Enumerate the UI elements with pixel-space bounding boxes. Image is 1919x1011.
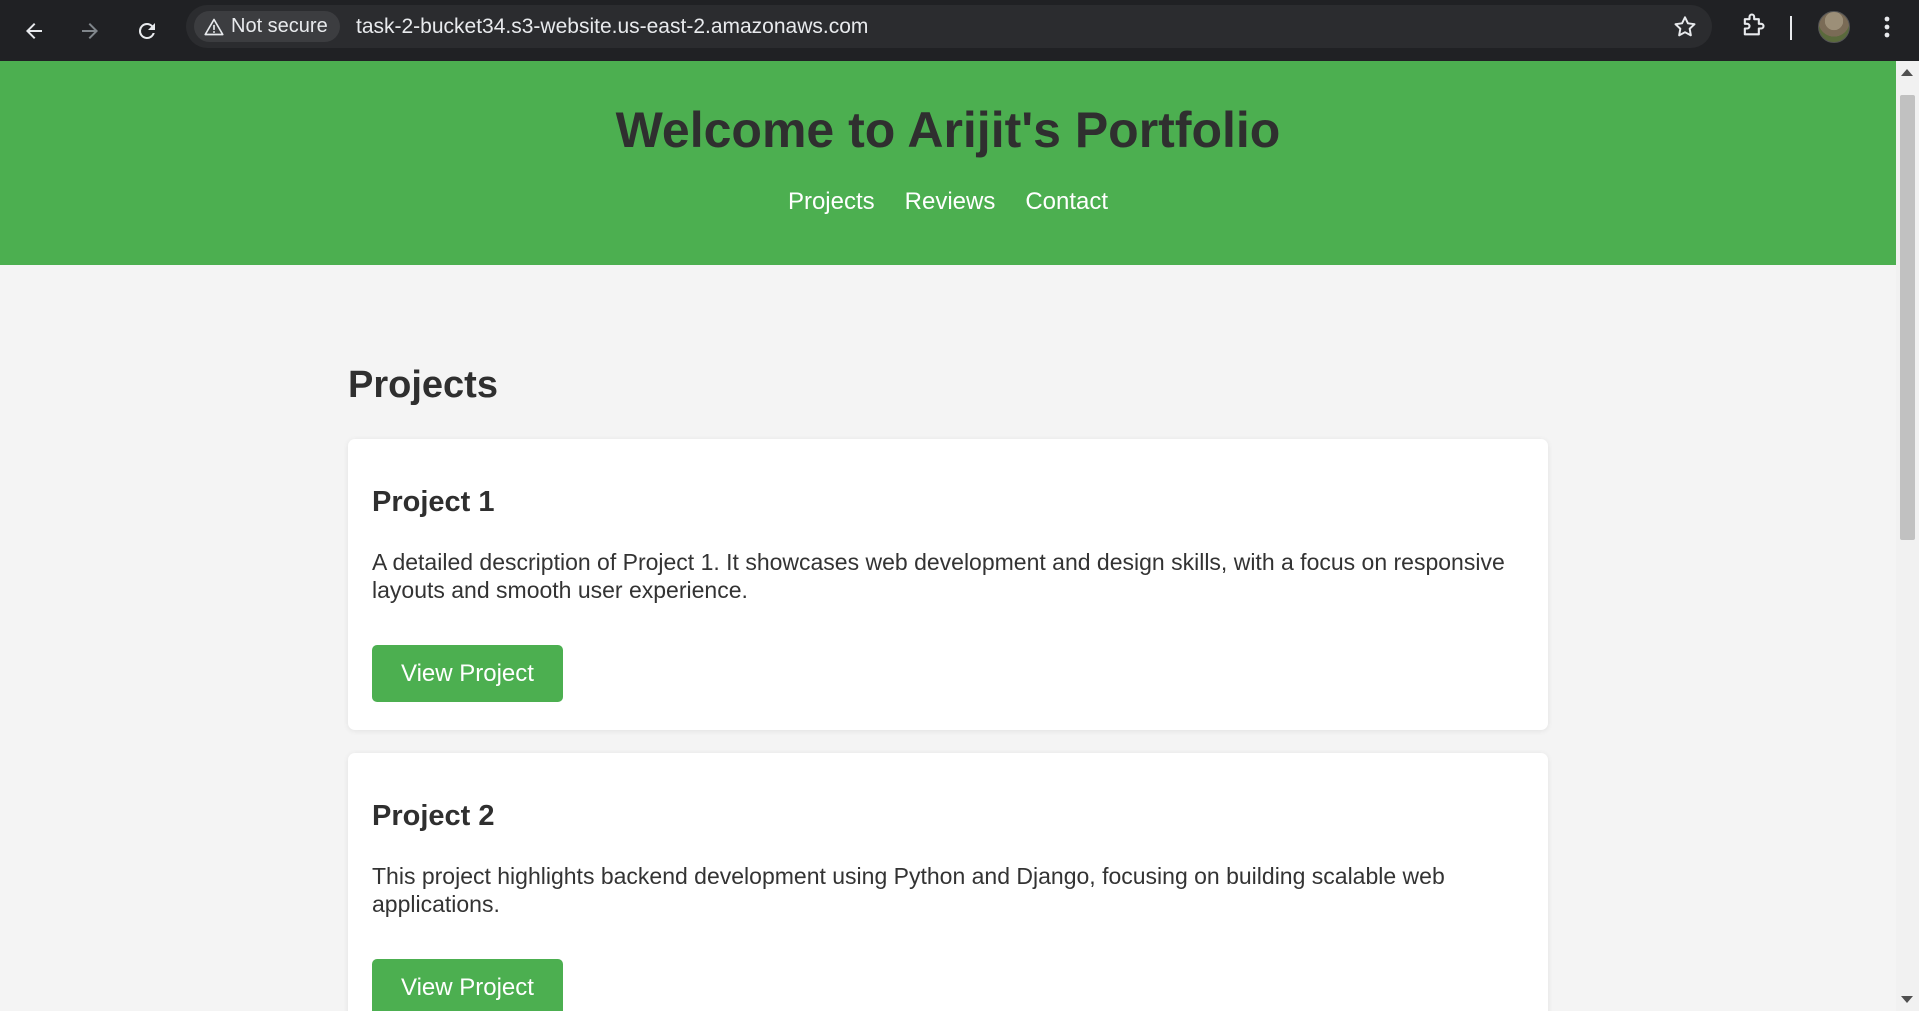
site-header: Welcome to Arijit's Portfolio Projects R… — [0, 61, 1896, 265]
nav-link-contact[interactable]: Contact — [1025, 188, 1108, 216]
address-bar[interactable]: Not secure task-2-bucket34.s3-website.us… — [186, 5, 1712, 48]
reload-icon[interactable] — [125, 9, 168, 52]
view-project-button[interactable]: View Project — [372, 959, 563, 1011]
extensions-icon[interactable] — [1739, 11, 1767, 39]
project-card: Project 2 This project highlights backen… — [348, 753, 1548, 1011]
scroll-up-arrow-icon[interactable] — [1901, 69, 1913, 76]
browser-toolbar: Not secure task-2-bucket34.s3-website.us… — [0, 0, 1919, 61]
nav-link-projects[interactable]: Projects — [788, 188, 875, 216]
vertical-scrollbar[interactable] — [1896, 61, 1919, 1011]
scroll-down-arrow-icon[interactable] — [1901, 996, 1913, 1003]
site-nav: Projects Reviews Contact — [0, 188, 1896, 216]
forward-arrow-icon[interactable] — [68, 9, 111, 52]
security-chip[interactable]: Not secure — [194, 11, 340, 42]
avatar[interactable] — [1818, 11, 1850, 43]
warning-icon — [204, 18, 224, 35]
project-card: Project 1 A detailed description of Proj… — [348, 439, 1548, 730]
view-project-button[interactable]: View Project — [372, 645, 563, 702]
project-description: A detailed description of Project 1. It … — [372, 549, 1505, 603]
project-title: Project 2 — [372, 800, 495, 832]
project-title: Project 1 — [372, 486, 495, 518]
nav-link-reviews[interactable]: Reviews — [905, 188, 996, 216]
project-description: This project highlights backend developm… — [372, 863, 1445, 917]
security-label: Not secure — [231, 15, 328, 37]
back-arrow-icon[interactable] — [12, 9, 55, 52]
more-menu-icon[interactable] — [1875, 13, 1899, 41]
projects-heading: Projects — [348, 364, 498, 406]
site-title: Welcome to Arijit's Portfolio — [615, 102, 1281, 158]
scroll-thumb[interactable] — [1900, 95, 1915, 540]
star-icon[interactable] — [1672, 14, 1698, 40]
toolbar-divider — [1790, 16, 1792, 40]
url-text[interactable]: task-2-bucket34.s3-website.us-east-2.ama… — [356, 5, 868, 48]
page-viewport: Welcome to Arijit's Portfolio Projects R… — [0, 61, 1896, 1011]
